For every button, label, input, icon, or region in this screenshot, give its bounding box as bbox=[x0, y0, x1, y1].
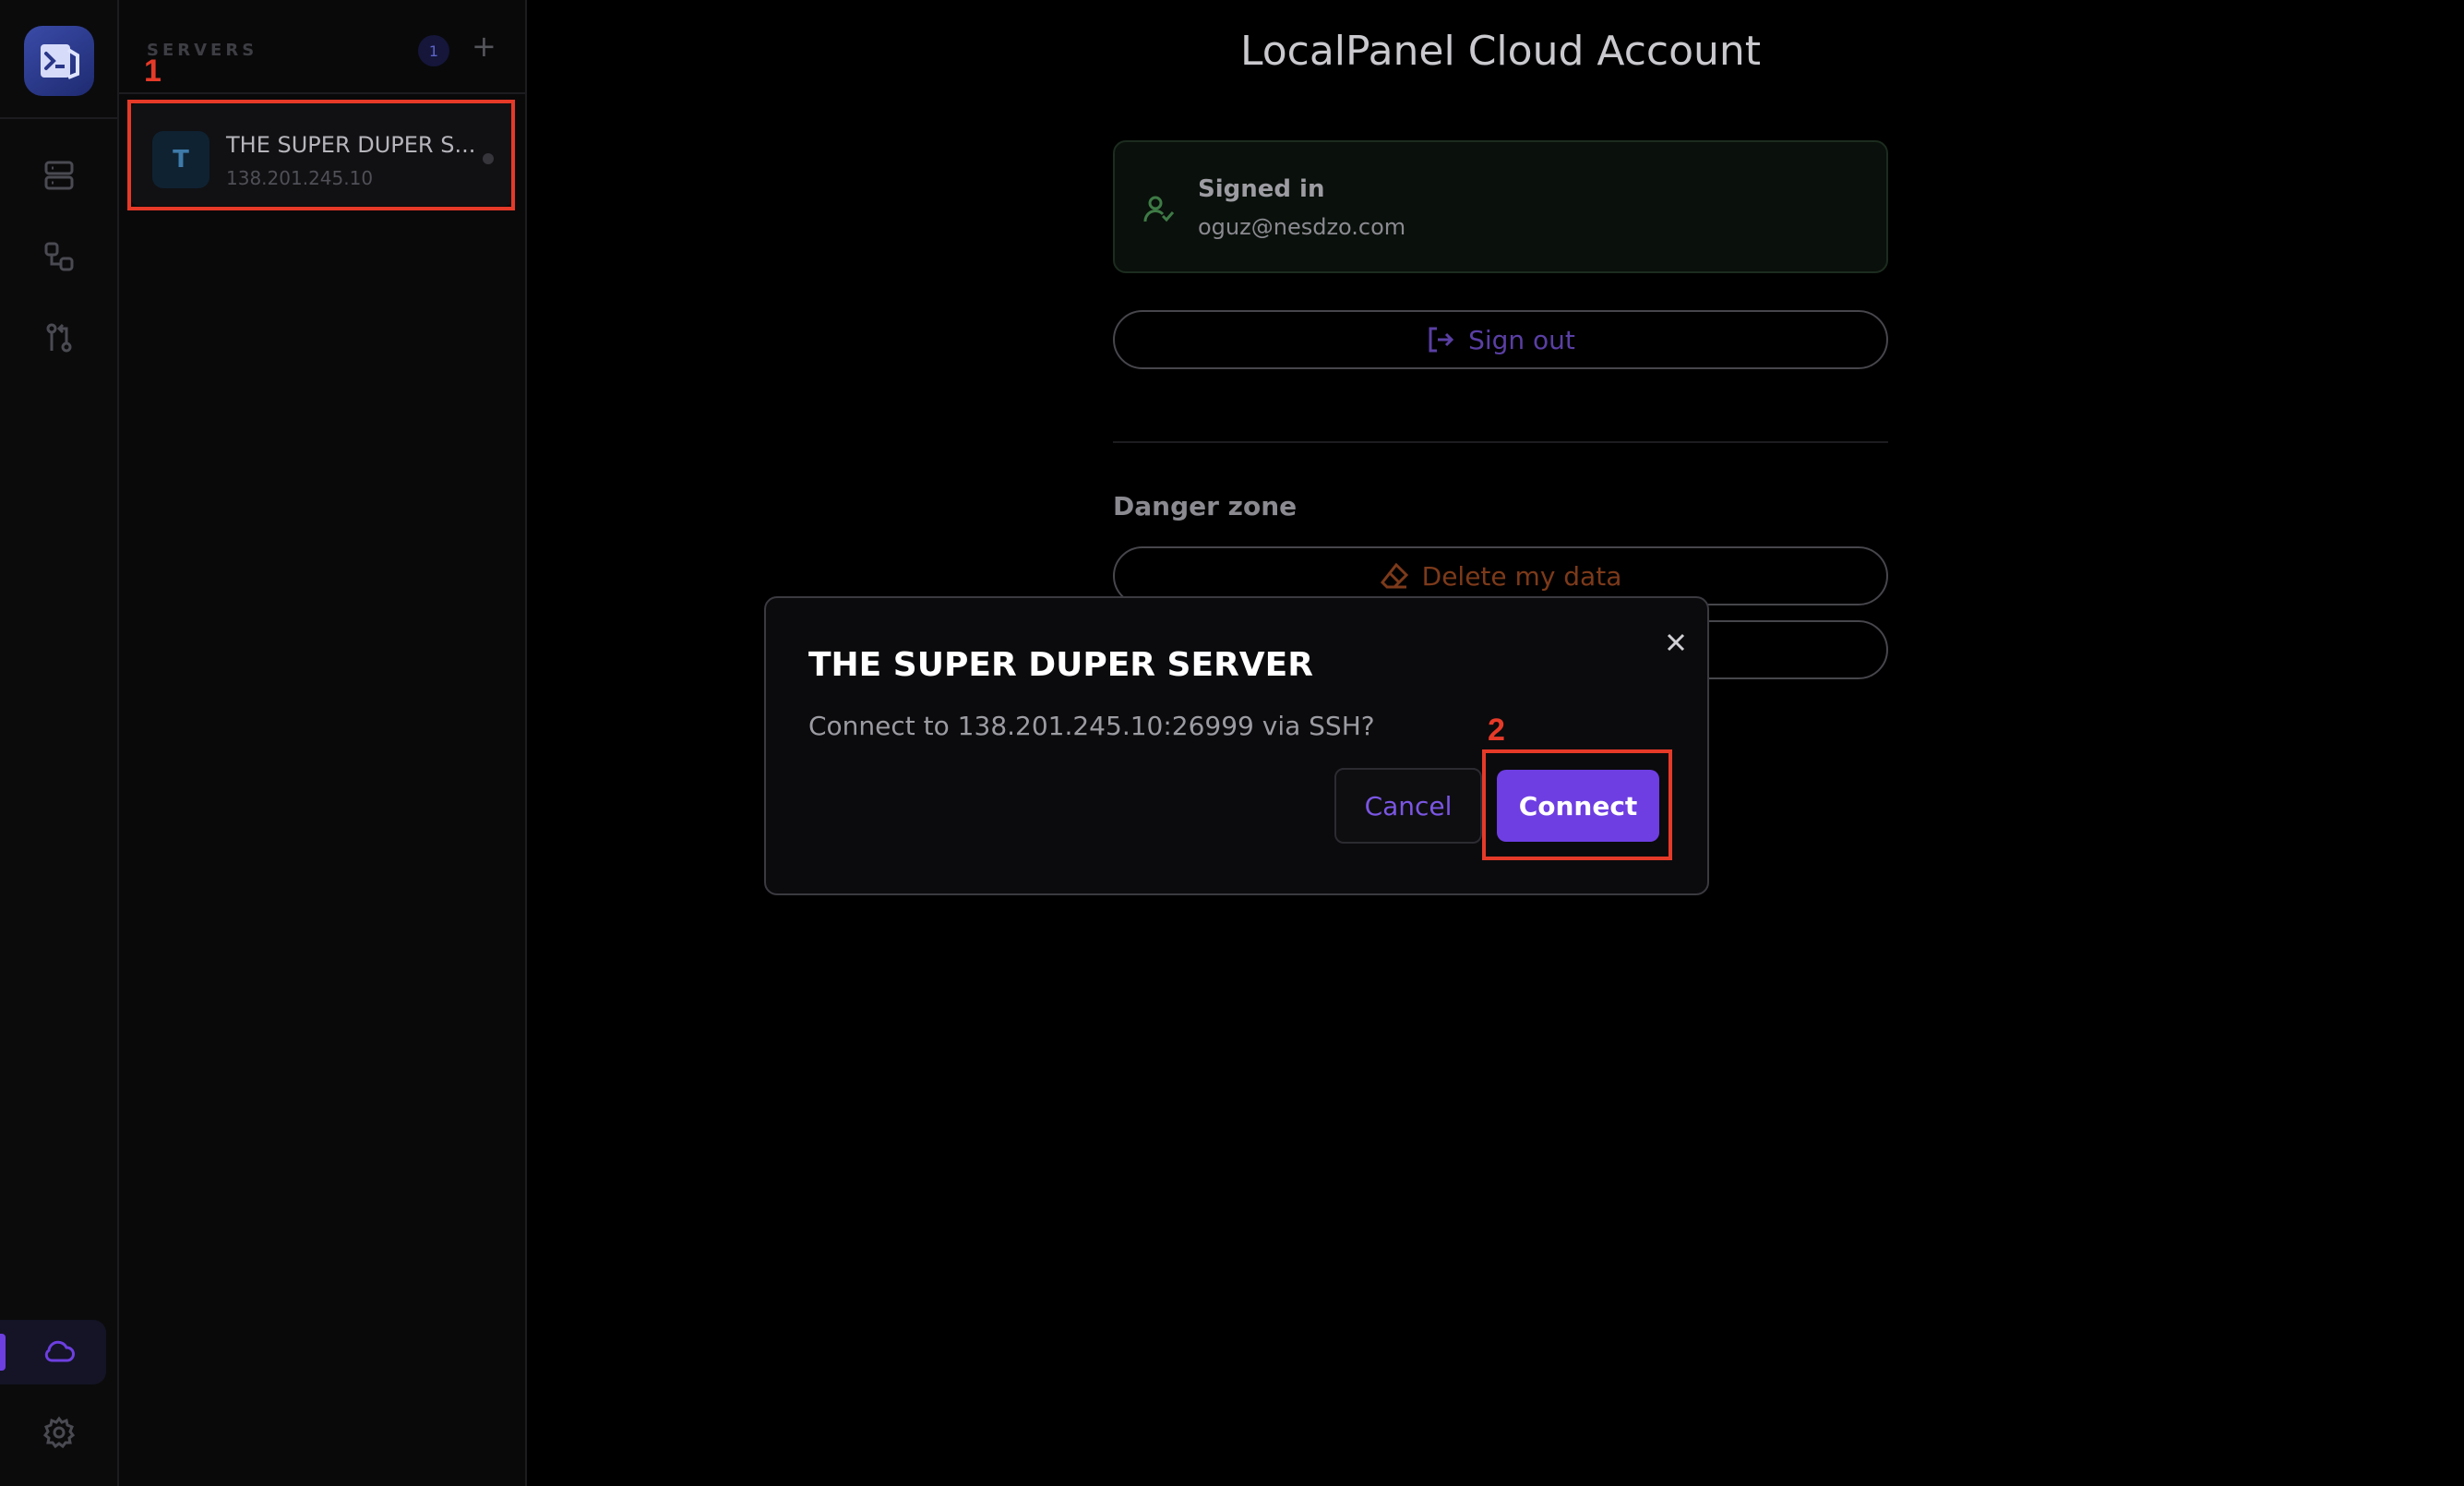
sign-out-label: Sign out bbox=[1468, 324, 1575, 355]
user-check-icon bbox=[1142, 192, 1176, 229]
dialog-message: Connect to 138.201.245.10:26999 via SSH? bbox=[808, 711, 1375, 741]
dialog-title: THE SUPER DUPER SERVER bbox=[808, 646, 1313, 684]
server-count-badge: 1 bbox=[418, 35, 449, 66]
connections-icon[interactable] bbox=[41, 238, 78, 275]
sync-icon[interactable] bbox=[41, 319, 78, 356]
settings-icon[interactable] bbox=[41, 1414, 78, 1451]
sign-out-button[interactable]: Sign out bbox=[1113, 310, 1888, 369]
eraser-icon bbox=[1380, 562, 1408, 589]
add-server-button[interactable]: + bbox=[472, 31, 496, 61]
annotation-box-2 bbox=[1482, 749, 1672, 860]
server-list-header: SERVERS 1 + bbox=[119, 0, 525, 94]
annotation-box-1 bbox=[127, 100, 515, 210]
account-email: oguz@nesdzo.com bbox=[1198, 214, 1406, 240]
annotation-number-2: 2 bbox=[1488, 713, 1505, 748]
terminal-logo-icon bbox=[41, 44, 79, 79]
section-divider bbox=[1113, 441, 1888, 443]
app-logo[interactable] bbox=[24, 26, 94, 96]
icon-rail bbox=[0, 0, 119, 1486]
cancel-button[interactable]: Cancel bbox=[1334, 768, 1482, 844]
rail-active-indicator bbox=[0, 1334, 6, 1371]
servers-icon[interactable] bbox=[41, 157, 78, 194]
servers-heading: SERVERS bbox=[147, 41, 258, 60]
delete-data-label: Delete my data bbox=[1421, 560, 1622, 592]
rail-divider bbox=[0, 117, 119, 119]
server-list-panel: SERVERS 1 + T THE SUPER DUPER S... 138.2… bbox=[119, 0, 527, 1486]
sign-out-icon bbox=[1429, 327, 1454, 353]
signed-in-card: Signed in oguz@nesdzo.com bbox=[1113, 140, 1888, 273]
annotation-number-1: 1 bbox=[144, 54, 161, 89]
signed-in-label: Signed in bbox=[1198, 175, 1325, 203]
page-title: LocalPanel Cloud Account bbox=[1239, 28, 1762, 75]
danger-zone-heading: Danger zone bbox=[1113, 491, 1298, 521]
close-icon[interactable] bbox=[1657, 624, 1694, 661]
cloud-icon[interactable] bbox=[41, 1334, 78, 1371]
